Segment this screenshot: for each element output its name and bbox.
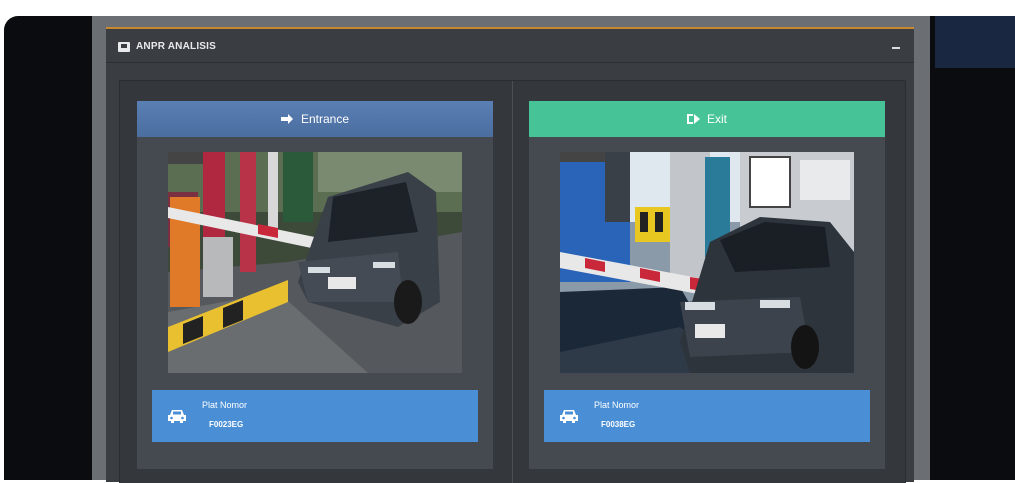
anpr-modal: ANPR ANALISIS Entrance Plat Nomor F0023E… [92,16,930,483]
exit-plate-box: Plat Nomor F0038EG [544,390,870,442]
sign-in-icon [280,114,295,124]
entrance-plate-label: Plat Nomor [202,400,248,410]
exit-card: Exit Plat Nomor F0038EG [529,101,885,469]
panel-title: ANPR ANALISIS [136,41,217,52]
camera-icon [118,42,130,52]
sign-out-icon [686,114,701,124]
entrance-camera-image [168,152,462,373]
exit-plate-label: Plat Nomor [594,400,640,410]
exit-plate-value: F0038EG [601,420,636,429]
collapse-button[interactable] [892,47,900,49]
entrance-card: Entrance Plat Nomor F0023EG [137,101,493,469]
car-icon [168,410,186,423]
anpr-panel: ANPR ANALISIS Entrance Plat Nomor F0023E… [106,27,914,483]
entrance-label: Entrance [300,112,350,126]
column-divider [512,81,513,483]
exit-camera-image [560,152,854,373]
exit-header: Exit [529,101,885,137]
panel-header: ANPR ANALISIS [106,29,914,63]
entrance-header: Entrance [137,101,493,137]
car-icon [560,410,578,423]
entrance-plate-value: F0023EG [209,420,244,429]
background-table-header [935,16,1015,68]
panel-body: Entrance Plat Nomor F0023EG Exit Plat No… [119,80,906,483]
entrance-plate-box: Plat Nomor F0023EG [152,390,478,442]
exit-label: Exit [706,112,727,126]
